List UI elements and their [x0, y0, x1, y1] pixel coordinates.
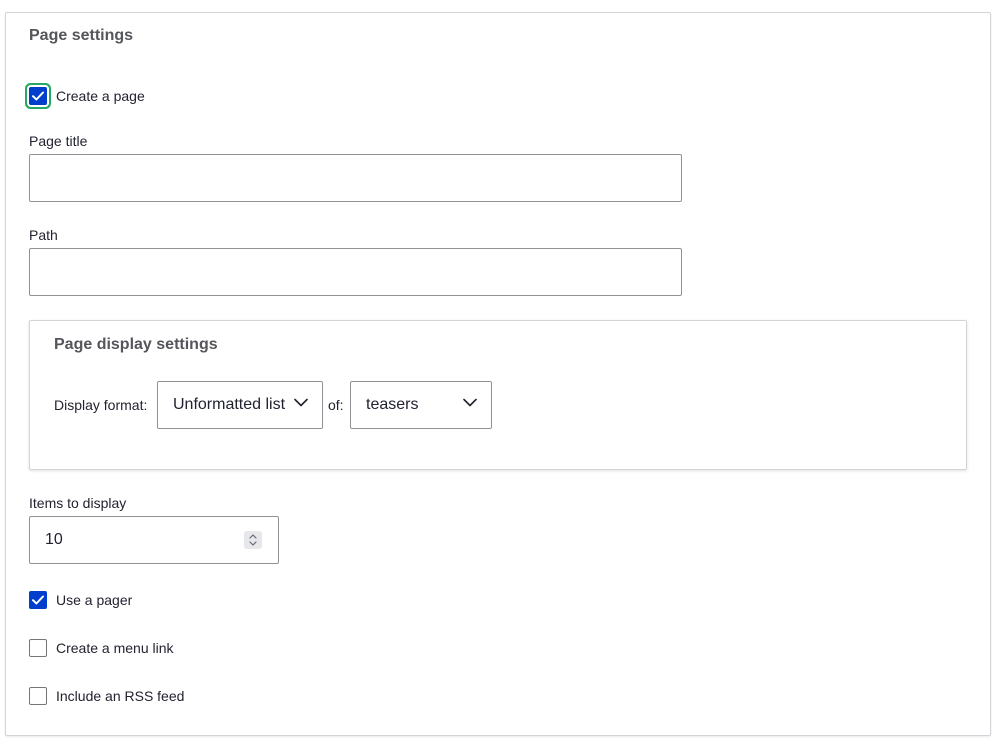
- chevron-down-icon: [463, 398, 477, 407]
- items-to-display-label: Items to display: [29, 495, 127, 511]
- menu-link-checkbox[interactable]: [29, 639, 47, 657]
- use-pager-label: Use a pager: [56, 592, 133, 608]
- of-select[interactable]: teasers: [350, 381, 492, 429]
- display-format-select[interactable]: Unformatted list: [157, 381, 323, 429]
- rss-feed-row[interactable]: Include an RSS feed: [29, 687, 184, 705]
- display-format-label: Display format:: [54, 397, 148, 413]
- create-page-checkbox[interactable]: [29, 87, 47, 105]
- checkmark-icon: [32, 91, 44, 101]
- use-pager-row[interactable]: Use a pager: [29, 591, 132, 609]
- items-to-display-input[interactable]: 10: [29, 516, 279, 564]
- path-label: Path: [29, 227, 58, 243]
- page-title-input[interactable]: [29, 154, 682, 202]
- use-pager-checkbox[interactable]: [29, 591, 47, 609]
- rss-feed-label: Include an RSS feed: [56, 688, 185, 704]
- of-label: of:: [328, 397, 344, 413]
- path-input[interactable]: [29, 248, 682, 296]
- page-display-settings-legend: Page display settings: [54, 336, 218, 353]
- chevron-down-icon: [294, 398, 308, 407]
- items-to-display-value: 10: [45, 531, 63, 548]
- number-spinner[interactable]: [244, 531, 262, 549]
- page-title-label: Page title: [29, 133, 88, 149]
- menu-link-row[interactable]: Create a menu link: [29, 639, 174, 657]
- of-value: teasers: [366, 396, 419, 413]
- display-format-value: Unformatted list: [173, 396, 286, 413]
- checkmark-icon: [32, 595, 44, 605]
- menu-link-label: Create a menu link: [56, 640, 174, 656]
- spinner-arrows-icon: [249, 534, 257, 546]
- create-page-row[interactable]: Create a page: [29, 87, 145, 105]
- rss-feed-checkbox[interactable]: [29, 687, 47, 705]
- page-settings-legend: Page settings: [29, 27, 134, 44]
- create-page-label: Create a page: [56, 88, 145, 104]
